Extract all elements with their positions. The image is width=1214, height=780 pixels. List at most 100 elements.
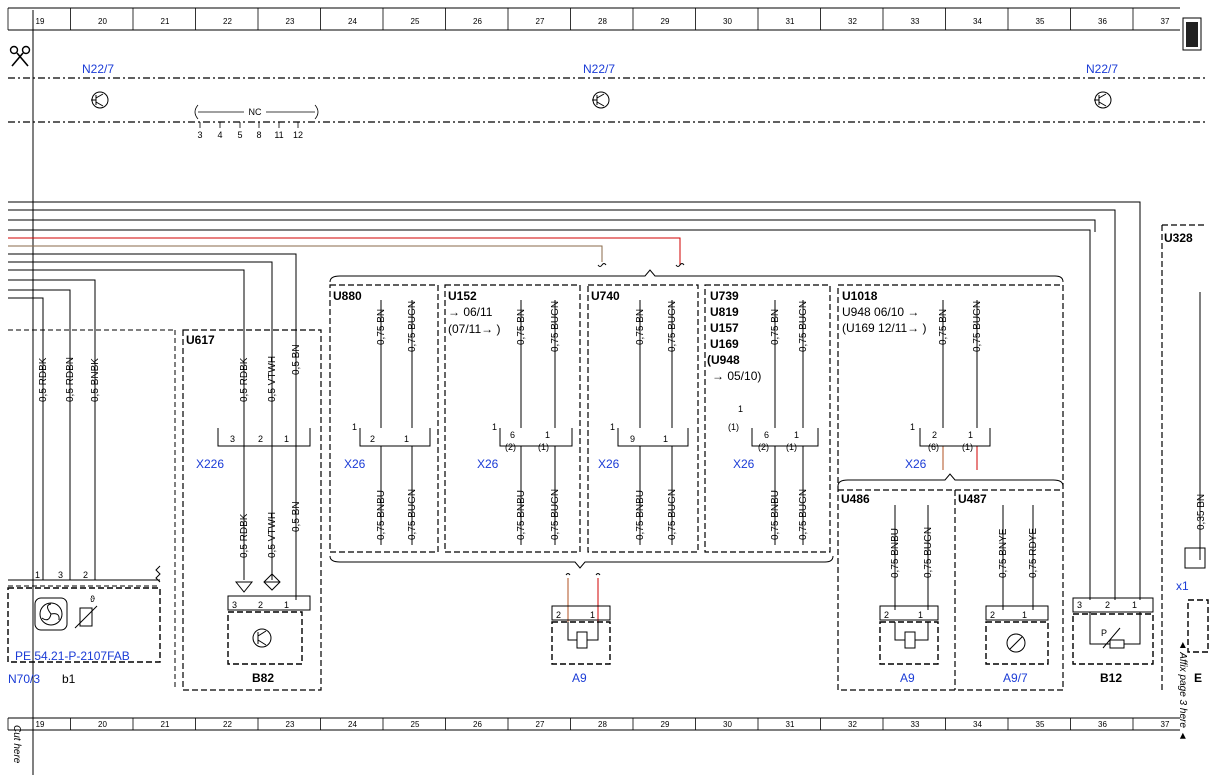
pin-label: (2)	[505, 442, 516, 452]
bottom-ruler: 19 20 21 22 23 24 25 26 27 28 29 30 31 32 33 34 35 36 37	[7, 717, 1180, 731]
pin-label: 1	[284, 434, 289, 444]
pin-label: (2)	[758, 442, 769, 452]
ruler-column-number: 28	[598, 17, 607, 26]
u487-label: U487	[958, 492, 987, 506]
pin-label: 3	[1077, 600, 1082, 610]
fan-icon	[34, 597, 68, 631]
ruler-column-number: 19	[36, 17, 45, 26]
ruler-column-number: 22	[223, 720, 232, 729]
pin-label: (1)	[962, 442, 973, 452]
pin-label: 1	[284, 600, 289, 610]
wire-label-bn: 0,75 BN	[770, 309, 781, 345]
wire-label-bnbu: 0,75 BNBU	[635, 490, 646, 540]
b12-label: B12	[1100, 671, 1122, 685]
wire-label-bugn: 0,75 BUGN	[407, 489, 418, 540]
wire-label-bugn: 0,75 BUGN	[923, 527, 934, 578]
u617-label: U617	[186, 333, 215, 347]
pin-label: 9	[630, 434, 635, 444]
pin-label: 2	[83, 570, 88, 580]
resistor-icon	[894, 622, 929, 649]
ruler-column-number: 27	[536, 17, 545, 26]
wire-label-bugn: 0,75 BUGN	[407, 301, 418, 352]
u328-label: U328	[1164, 231, 1193, 245]
top-ruler: 19 20 21 22 23 24 25 26 27 28 29 30 31 32 33 34 35 36 37	[7, 7, 1180, 31]
pin-label: 6	[510, 430, 515, 440]
pin-label: 2	[1105, 600, 1110, 610]
pin-label: 1	[1132, 600, 1137, 610]
bus-wires	[8, 201, 1141, 600]
e-label: E	[1194, 671, 1202, 685]
ruler-column-number: 22	[223, 17, 232, 26]
ruler-column-number: 26	[473, 720, 482, 729]
pin-label: 2	[258, 600, 263, 610]
nc-pin: 12	[293, 130, 303, 140]
pin-label: 3	[232, 600, 237, 610]
n22-label-3: N22/7	[1086, 62, 1118, 76]
pressure-sensor-icon: P	[1089, 612, 1141, 649]
u1018-label: U1018	[842, 289, 878, 303]
wire-label-bugn: 0,75 BUGN	[550, 489, 561, 540]
ruler-column-number: 21	[161, 17, 170, 26]
wire-label-rdbk: 0,5 RDBK	[239, 513, 250, 558]
ruler-column-number: 21	[161, 720, 170, 729]
u152-label: U152	[448, 289, 477, 303]
ruler-column-number: 19	[36, 720, 45, 729]
ruler-column-number: 32	[848, 720, 857, 729]
ruler-column-number: 23	[286, 720, 295, 729]
wire-label-bnbu: 0,75 BNBU	[890, 528, 901, 578]
pin-label: 1	[663, 434, 668, 444]
ruler-column-number: 37	[1161, 17, 1170, 26]
nc-pin: 8	[256, 130, 261, 140]
pin-label: 3	[230, 434, 235, 444]
ruler-column-number: 20	[98, 17, 107, 26]
u169-label: U169	[710, 337, 739, 351]
a9-7-label: A9/7	[1003, 671, 1028, 685]
n22-band: N22/7 N22/7 N22/7 NC 3 4 5 8 11 12	[8, 62, 1205, 140]
ruler-column-number: 36	[1098, 720, 1107, 729]
ruler-column-number: 25	[411, 720, 420, 729]
wire-label-bn: 0,75 BN	[938, 309, 949, 345]
x26-label: X26	[733, 457, 755, 471]
pin-label: 1	[910, 422, 915, 432]
transistor-icon	[252, 628, 272, 648]
transistor-icon	[592, 91, 610, 109]
wire-label-bugn: 0,75 BUGN	[667, 489, 678, 540]
wire-label-bnbu: 0,75 BNBU	[376, 490, 387, 540]
pin-label: 1	[968, 430, 973, 440]
ruler-column-number: 20	[98, 720, 107, 729]
p-symbol: P	[1101, 628, 1107, 638]
ruler-column-number: 30	[723, 720, 732, 729]
x1-label: x1	[1176, 579, 1189, 593]
cut-here-text: Cut here	[11, 725, 22, 764]
wire-label-bnbk: 0,5 BNBK	[90, 358, 101, 402]
ruler-cells: 19 20 21 22 23 24 25 26 27 28 29 30 31 32 33 34 35 36 37	[7, 718, 1170, 730]
a9-label: A9	[900, 671, 915, 685]
pin-label: 1	[404, 434, 409, 444]
ruler-column-number: 34	[973, 17, 982, 26]
wire-label-bugn: 0,75 BUGN	[550, 301, 561, 352]
u739-label: U739	[710, 289, 739, 303]
u152-date-1: → 06/11	[448, 305, 493, 319]
wire-label-bn: 0,35 BN	[1196, 494, 1207, 530]
ruler-column-number: 30	[723, 17, 732, 26]
wire-label-rdye: 0,75 RDYE	[1028, 528, 1039, 578]
pin-label: 2	[258, 434, 263, 444]
theta-symbol: ϑ	[90, 594, 95, 604]
ruler-column-number: 26	[473, 17, 482, 26]
pe-reference-link[interactable]: PE 54.21-P-2107FAB	[15, 649, 130, 663]
wire-label-bn: 0,75 BN	[376, 309, 387, 345]
affix-page-text: ◄ Affix page 3 here ◄	[1177, 640, 1188, 741]
can-groups: U880 U152 → 06/11 (07/11→ ) U740 U739 U8…	[329, 284, 1064, 691]
pin-label: 1	[610, 422, 615, 432]
nc-pin: 5	[237, 130, 242, 140]
wire-label-bugn: 0,75 BUGN	[798, 301, 809, 352]
ruler-column-number: 27	[536, 720, 545, 729]
pin-label: 2	[932, 430, 937, 440]
ruler-column-number: 32	[848, 17, 857, 26]
pin-label: 3	[58, 570, 63, 580]
wire-label-bugn: 0,75 BUGN	[667, 301, 678, 352]
pin-label: 2	[884, 610, 889, 620]
n70-3-label: N70/3	[8, 672, 40, 686]
scissors-icon	[9, 45, 31, 67]
n22-label-2: N22/7	[583, 62, 615, 76]
